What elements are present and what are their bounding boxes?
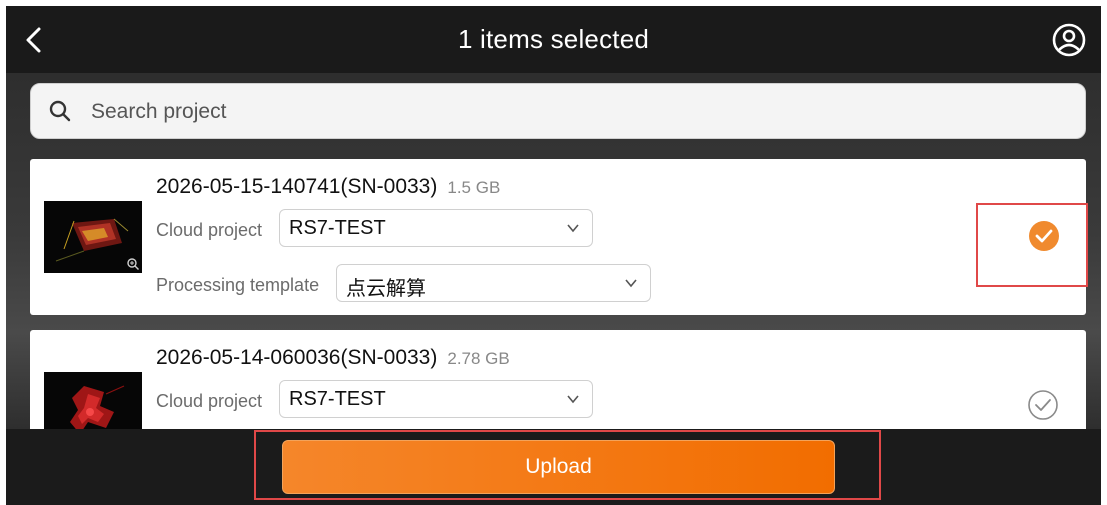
processing-template-label: Processing template — [156, 275, 320, 295]
project-size: 1.5 GB — [447, 178, 501, 197]
project-thumbnail[interactable] — [44, 201, 142, 273]
cloud-project-label: Cloud project — [156, 391, 263, 411]
search-icon — [49, 100, 71, 122]
project-name: 2026-05-15-140741(SN-0033) — [156, 175, 438, 198]
cloud-project-select[interactable]: RS7-TEST — [279, 209, 593, 247]
selected-check-icon[interactable] — [1027, 219, 1061, 253]
top-bar: 1 items selected — [6, 6, 1101, 73]
content-area: 2026-05-15-140741(SN-0033) 1.5 GB Cloud … — [6, 73, 1101, 429]
chevron-down-icon — [567, 224, 579, 233]
page-title: 1 items selected — [457, 24, 650, 54]
project-title-row: 2026-05-14-060036(SN-0033) 2.78 GB — [156, 346, 510, 370]
user-circle-icon — [1052, 23, 1086, 57]
bottom-bar: Upload — [6, 429, 1101, 505]
app-frame: 1 items selected Search project 2026-05-… — [6, 6, 1101, 505]
processing-template-select[interactable]: 点云解算 — [336, 264, 651, 302]
project-card[interactable]: 2026-05-15-140741(SN-0033) 1.5 GB Cloud … — [30, 159, 1086, 315]
unselected-check-icon[interactable] — [1027, 389, 1059, 421]
project-title-row: 2026-05-15-140741(SN-0033) 1.5 GB — [156, 175, 500, 199]
point-cloud-preview-image — [44, 372, 142, 429]
chevron-down-icon — [567, 395, 579, 404]
project-thumbnail[interactable] — [44, 372, 142, 429]
chevron-down-icon — [625, 279, 637, 288]
cloud-project-value: RS7-TEST — [289, 217, 386, 239]
project-card[interactable]: 2026-05-14-060036(SN-0033) 2.78 GB Cloud… — [30, 330, 1086, 429]
cloud-project-label: Cloud project — [156, 220, 263, 240]
zoom-icon[interactable] — [126, 257, 140, 271]
search-input[interactable] — [89, 84, 1073, 140]
project-name: 2026-05-14-060036(SN-0033) — [156, 346, 438, 369]
search-bar — [30, 83, 1086, 140]
cloud-project-value: RS7-TEST — [289, 388, 386, 410]
project-size: 2.78 GB — [447, 349, 510, 368]
cloud-project-select[interactable]: RS7-TEST — [279, 380, 593, 418]
upload-button[interactable]: Upload — [282, 440, 835, 494]
processing-template-value: 点云解算 — [346, 278, 426, 300]
user-button[interactable] — [1049, 20, 1089, 60]
